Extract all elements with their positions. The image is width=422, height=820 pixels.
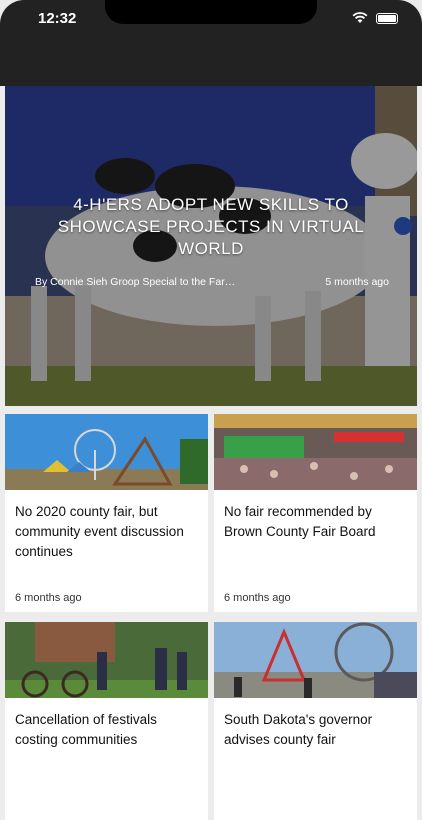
wifi-icon [352,12,368,23]
article-image [214,414,417,490]
article-grid: No 2020 county fair, but community event… [5,414,417,820]
device-notch [105,0,317,24]
article-title: Cancellation of festivals costing commun… [15,712,157,747]
featured-article-meta: By Connie Sieh Groop Special to the Far…… [35,276,389,288]
article-title: No fair recommended by Brown County Fair… [224,504,376,539]
article-image [5,414,208,490]
featured-article-title: 4-H'ERS ADOPT NEW SKILLS TO SHOWCASE PRO… [57,195,365,258]
article-card[interactable]: South Dakota's governor advises county f… [214,622,417,820]
article-card[interactable]: No fair recommended by Brown County Fair… [214,414,417,612]
battery-icon [376,12,398,24]
featured-article-author: By Connie Sieh Groop Special to the Far… [35,276,236,288]
article-title: No 2020 county fair, but community event… [15,504,184,559]
article-title: South Dakota's governor advises county f… [224,712,373,747]
article-image [214,622,417,698]
article-age: 6 months ago [15,592,82,604]
article-image [5,622,208,698]
status-bar: 12:32 [0,0,422,86]
status-icons [352,12,398,24]
featured-article[interactable]: 4-H'ERS ADOPT NEW SKILLS TO SHOWCASE PRO… [5,86,417,406]
status-time: 12:32 [38,10,77,27]
article-age: 6 months ago [224,592,291,604]
featured-article-age: 5 months ago [325,276,389,288]
article-card[interactable]: No 2020 county fair, but community event… [5,414,208,612]
article-card[interactable]: Cancellation of festivals costing commun… [5,622,208,820]
